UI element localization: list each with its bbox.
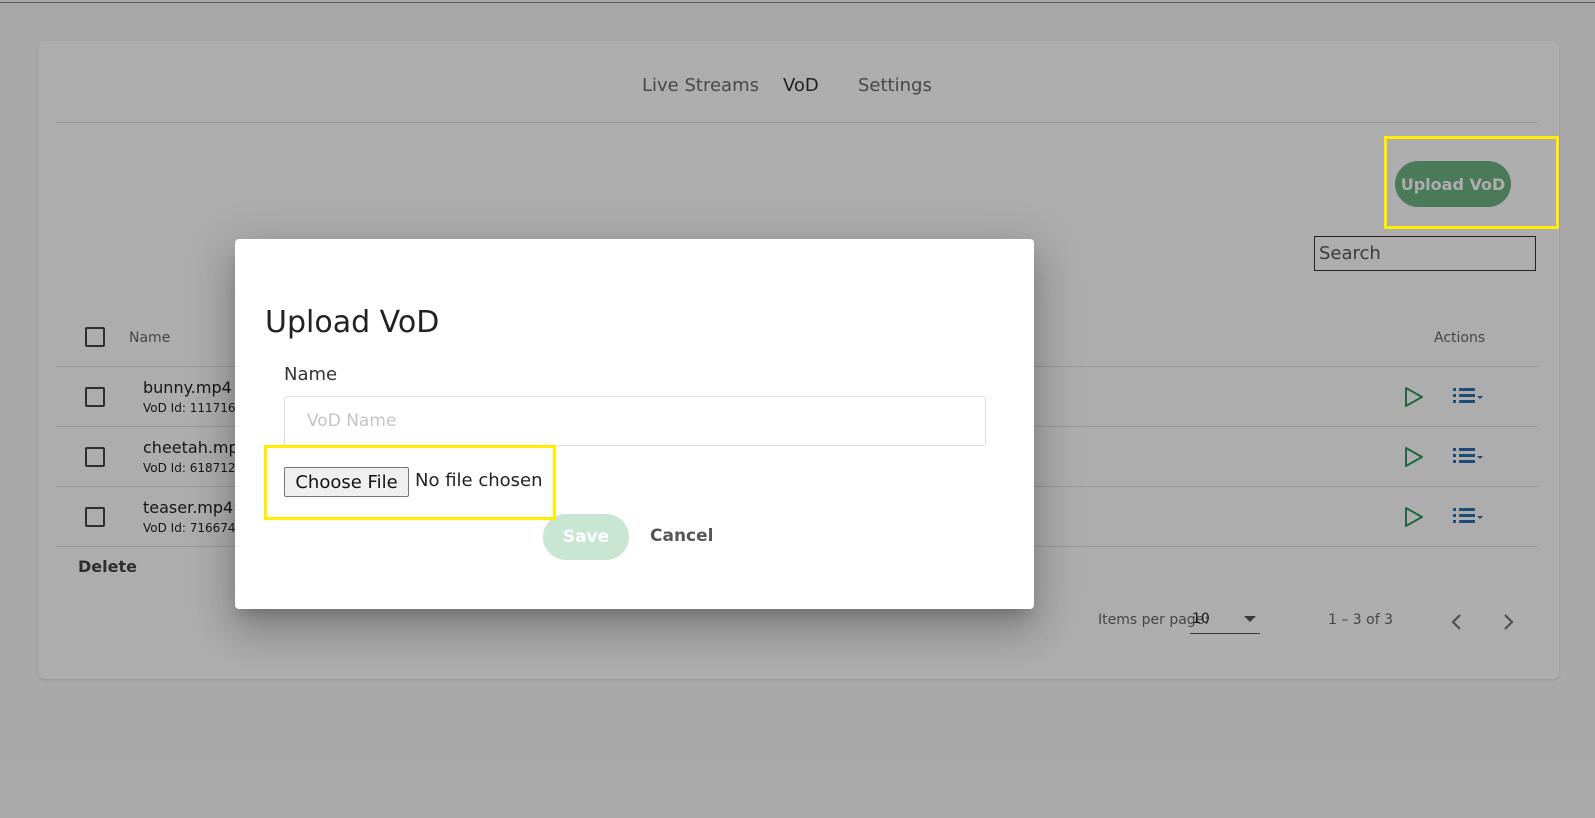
highlight-upload-button	[1384, 136, 1559, 229]
cancel-button[interactable]: Cancel	[650, 526, 713, 546]
name-field-label: Name	[284, 364, 338, 385]
dialog-title: Upload VoD	[265, 305, 440, 340]
highlight-file-chooser	[264, 445, 556, 520]
save-button[interactable]: Save	[543, 514, 629, 560]
upload-vod-dialog: Upload VoD Name Choose File No file chos…	[235, 239, 1034, 609]
vod-name-input[interactable]	[284, 396, 986, 446]
